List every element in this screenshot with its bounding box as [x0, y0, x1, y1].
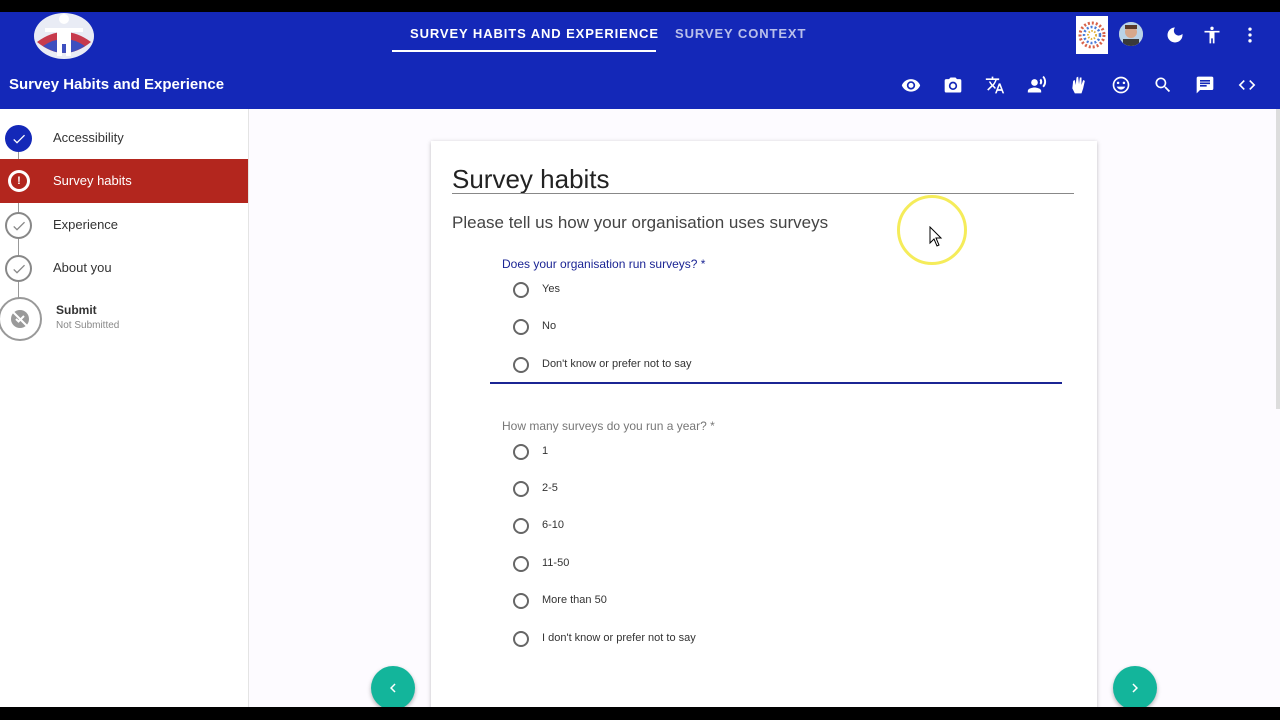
dark-mode-icon[interactable] [1163, 23, 1187, 47]
section-subtitle: Please tell us how your organisation use… [452, 213, 829, 232]
sidebar-item-about-you[interactable]: About you [0, 246, 248, 290]
scrollbar[interactable] [1276, 109, 1280, 409]
comment-icon[interactable] [1193, 73, 1217, 97]
title-divider [452, 193, 1074, 194]
radio-option[interactable]: 1 [512, 440, 912, 464]
radio-option[interactable]: I don't know or prefer not to say [512, 627, 912, 651]
radio-label: 1 [542, 445, 549, 457]
radio-label: Don't know or prefer not to say [542, 358, 692, 370]
radio-button[interactable] [513, 357, 529, 373]
active-tab-indicator [392, 50, 656, 52]
emoji-icon[interactable] [1109, 73, 1133, 97]
zoom-icon[interactable] [1151, 73, 1175, 97]
check-outline-icon [5, 255, 32, 282]
radio-button[interactable] [513, 556, 529, 572]
radio-button[interactable] [513, 518, 529, 534]
sidebar-item-survey-habits[interactable]: ! Survey habits [0, 159, 248, 203]
record-voice-icon[interactable] [1025, 73, 1049, 97]
sign-language-icon[interactable] [1067, 73, 1091, 97]
app-header: Survey Habits and Experience Survey Cont… [0, 12, 1280, 109]
radio-option[interactable]: More than 50 [512, 589, 912, 613]
not-submitted-icon [0, 297, 42, 341]
eye-icon[interactable] [899, 73, 923, 97]
more-vert-icon[interactable] [1238, 23, 1262, 47]
check-circle-icon [5, 125, 32, 152]
radio-label: 11-50 [542, 557, 570, 569]
tab-survey-habits[interactable]: Survey Habits and Experience [410, 26, 659, 41]
accessibility-logo-icon[interactable] [33, 12, 95, 60]
sidebar-item-accessibility[interactable]: Accessibility [0, 116, 248, 160]
page-title: Survey Habits and Experience [9, 76, 225, 93]
radio-option[interactable]: 11-50 [512, 552, 912, 576]
radio-label: Yes [542, 283, 560, 295]
submit-status: Not Submitted [56, 320, 120, 331]
radio-option[interactable]: 6-10 [512, 514, 912, 538]
chevron-left-icon [390, 683, 396, 693]
app-window: Survey Habits and Experience Survey Cont… [0, 12, 1280, 707]
radio-button[interactable] [513, 631, 529, 647]
org-logo[interactable] [1076, 16, 1108, 54]
accessibility-icon[interactable] [1200, 23, 1224, 47]
radio-option[interactable]: Yes [512, 278, 912, 302]
radio-button[interactable] [513, 444, 529, 460]
next-button[interactable] [1113, 666, 1157, 707]
radio-button[interactable] [513, 481, 529, 497]
radio-button[interactable] [513, 319, 529, 335]
check-outline-icon [5, 212, 32, 239]
radio-option[interactable]: 2-5 [512, 477, 912, 501]
radio-label: 6-10 [542, 519, 565, 531]
tab-survey-context[interactable]: Survey Context [675, 26, 806, 41]
sidebar-item-label: Accessibility [53, 130, 124, 145]
section-title: Survey habits [452, 164, 610, 194]
radio-label: 2-5 [542, 482, 558, 494]
survey-card: Survey habits Please tell us how your or… [431, 141, 1097, 707]
radio-option[interactable]: No [512, 315, 912, 339]
sidebar-item-label: Submit [56, 303, 97, 317]
radio-label: I don't know or prefer not to say [542, 632, 696, 644]
radio-option[interactable]: Don't know or prefer not to say [512, 353, 912, 377]
chevron-right-icon [1132, 683, 1138, 693]
code-icon[interactable] [1235, 73, 1259, 97]
question-label: Does your organisation run surveys? * [502, 257, 706, 271]
sidebar-stepper: Accessibility ! Survey habits Experience… [0, 109, 249, 707]
error-icon: ! [8, 170, 30, 192]
question-label: How many surveys do you run a year? * [502, 419, 715, 433]
sidebar-item-label: Survey habits [53, 173, 132, 188]
camera-icon[interactable] [941, 73, 965, 97]
translate-icon[interactable] [983, 73, 1007, 97]
sidebar-item-experience[interactable]: Experience [0, 203, 248, 247]
radio-button[interactable] [513, 282, 529, 298]
focused-question-underline [490, 382, 1062, 384]
sidebar-item-label: About you [53, 260, 112, 275]
radio-label: No [542, 320, 557, 332]
sidebar-item-label: Experience [53, 217, 119, 232]
previous-button[interactable] [371, 666, 415, 707]
sidebar-item-submit[interactable]: Submit Not Submitted [0, 295, 248, 345]
mouse-cursor-icon [929, 225, 943, 248]
radio-label: More than 50 [542, 594, 607, 606]
avatar[interactable] [1119, 22, 1143, 46]
radio-button[interactable] [513, 593, 529, 609]
